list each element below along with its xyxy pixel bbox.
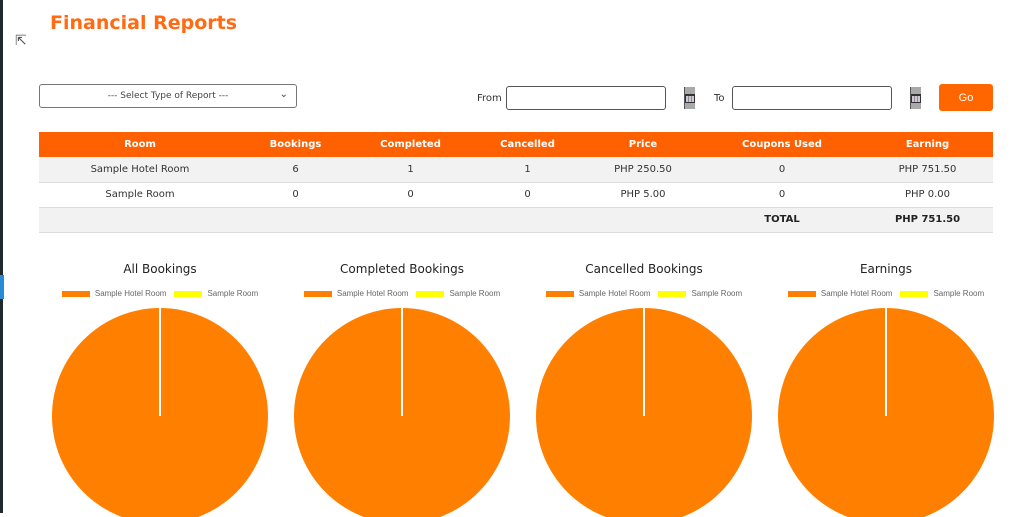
legend-swatch xyxy=(303,290,332,297)
cell-room: Sample Hotel Room xyxy=(39,157,241,183)
cell-completed: 0 xyxy=(350,182,471,208)
legend-item[interactable]: Sample Hotel Room xyxy=(787,289,893,298)
table-row: Sample Hotel Room 6 1 1 PHP 250.50 0 PHP… xyxy=(39,157,993,183)
legend-item[interactable]: Sample Room xyxy=(416,289,500,298)
pie-svg xyxy=(294,308,510,517)
report-type-placeholder: --- Select Type of Report --- xyxy=(107,91,229,101)
chart-title: Completed Bookings xyxy=(340,262,464,276)
pie-chart-all-bookings: All Bookings Sample Hotel Room Sample Room xyxy=(39,262,281,517)
calendar-icon xyxy=(685,93,695,103)
legend-item[interactable]: Sample Hotel Room xyxy=(303,289,409,298)
chart-legend: Sample Hotel Room Sample Room xyxy=(281,289,523,298)
cell-coupons-used: 0 xyxy=(702,157,862,183)
legend-swatch xyxy=(61,290,90,297)
cell-coupons-used: 0 xyxy=(702,182,862,208)
column-header-coupons-used: Coupons Used xyxy=(702,132,862,157)
table-header-row: Room Bookings Completed Cancelled Price … xyxy=(39,132,993,157)
legend-item[interactable]: Sample Room xyxy=(174,289,258,298)
legend-item[interactable]: Sample Room xyxy=(658,289,742,298)
page-title: Financial Reports xyxy=(50,12,238,34)
legend-label: Sample Room xyxy=(691,289,743,298)
chart-legend: Sample Hotel Room Sample Room xyxy=(39,289,281,298)
pie-svg xyxy=(778,308,994,517)
chevron-down-icon: ⌄ xyxy=(279,89,288,100)
legend-label: Sample Room xyxy=(933,289,985,298)
legend-label: Sample Hotel Room xyxy=(94,289,167,298)
pie-chart-cancelled-bookings: Cancelled Bookings Sample Hotel Room Sampl… xyxy=(523,262,765,517)
to-label: To xyxy=(714,93,725,104)
calendar-icon xyxy=(911,93,921,103)
column-header-cancelled: Cancelled xyxy=(471,132,584,157)
from-date-input[interactable] xyxy=(507,87,684,109)
chart-title: Earnings xyxy=(859,262,913,276)
from-label: From xyxy=(477,93,502,104)
chart-legend: Sample Hotel Room Sample Room xyxy=(765,289,1007,298)
legend-swatch xyxy=(900,290,929,297)
legend-swatch xyxy=(787,290,816,297)
legend-label: Sample Hotel Room xyxy=(820,289,893,298)
to-date-field[interactable] xyxy=(732,86,921,110)
legend-label: Sample Hotel Room xyxy=(336,289,409,298)
legend-label: Sample Room xyxy=(449,289,501,298)
pie-chart-completed-bookings: Completed Bookings Sample Hotel Room Sampl… xyxy=(281,262,523,517)
legend-swatch xyxy=(545,290,574,297)
cell-cancelled: 0 xyxy=(471,182,584,208)
pie-svg xyxy=(536,308,752,517)
column-header-bookings: Bookings xyxy=(241,132,350,157)
cell-price: PHP 250.50 xyxy=(584,157,702,183)
total-row: TOTAL PHP 751.50 xyxy=(39,207,993,233)
cell-cancelled: 1 xyxy=(471,157,584,183)
chart-title: All Bookings xyxy=(123,262,197,276)
from-date-field[interactable] xyxy=(506,86,695,110)
report-type-select[interactable]: --- Select Type of Report --- ⌄ xyxy=(39,84,297,108)
pie-chart-earnings: Earnings Sample Hotel Room Sample Room xyxy=(765,262,1007,517)
column-header-price: Price xyxy=(584,132,702,157)
cell-bookings: 0 xyxy=(241,182,350,208)
to-calendar-button[interactable] xyxy=(910,87,921,109)
cell-earning: PHP 751.50 xyxy=(862,157,993,183)
column-header-earning: Earning xyxy=(862,132,993,157)
sidebar-toggle-tab[interactable] xyxy=(0,275,4,299)
pie-svg xyxy=(52,308,268,517)
legend-label: Sample Hotel Room xyxy=(578,289,651,298)
cell-bookings: 6 xyxy=(241,157,350,183)
legend-item[interactable]: Sample Hotel Room xyxy=(61,289,167,298)
cell-earning: PHP 0.00 xyxy=(862,182,993,208)
chart-title: Cancelled Bookings xyxy=(585,262,703,276)
chart-legend: Sample Hotel Room Sample Room xyxy=(523,289,765,298)
legend-label: Sample Room xyxy=(207,289,259,298)
cell-completed: 1 xyxy=(350,157,471,183)
legend-swatch xyxy=(416,290,445,297)
to-date-input[interactable] xyxy=(733,87,910,109)
legend-swatch xyxy=(174,290,203,297)
go-button[interactable]: Go xyxy=(939,84,993,111)
legend-item[interactable]: Sample Room xyxy=(900,289,984,298)
total-label: TOTAL xyxy=(702,207,862,233)
column-header-room: Room xyxy=(39,132,241,157)
legend-swatch xyxy=(658,290,687,297)
window-edge xyxy=(0,0,3,513)
cell-price: PHP 5.00 xyxy=(584,182,702,208)
report-table: Room Bookings Completed Cancelled Price … xyxy=(39,132,993,233)
from-calendar-button[interactable] xyxy=(684,87,695,109)
total-value: PHP 751.50 xyxy=(862,207,993,233)
column-header-completed: Completed xyxy=(350,132,471,157)
mouse-cursor-icon: ⇱ xyxy=(15,33,27,49)
cell-room: Sample Room xyxy=(39,182,241,208)
table-row: Sample Room 0 0 0 PHP 5.00 0 PHP 0.00 xyxy=(39,182,993,208)
legend-item[interactable]: Sample Hotel Room xyxy=(545,289,651,298)
